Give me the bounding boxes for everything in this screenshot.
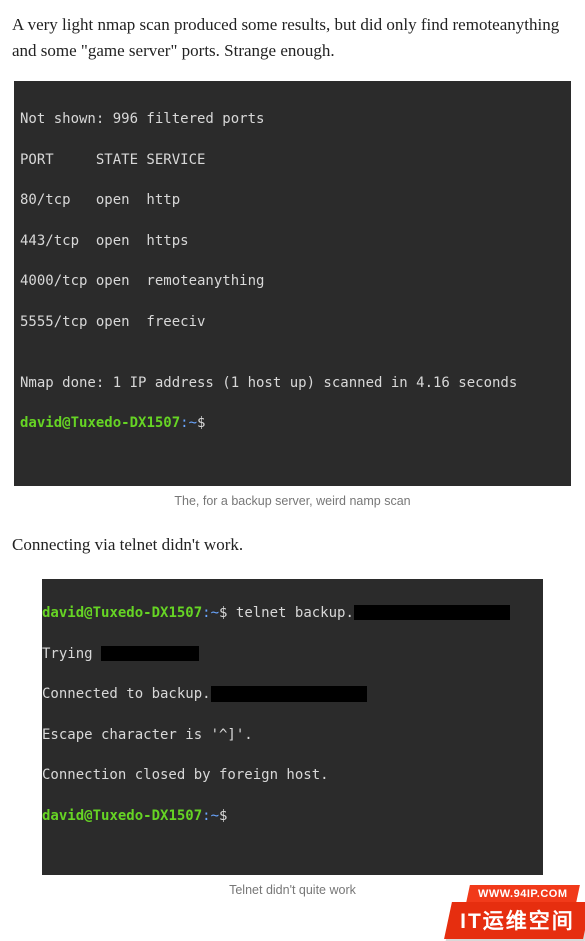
watermark-badge: WWW.94IP.COM IT运维空间: [448, 884, 585, 939]
shell-prompt: david@Tuxedo-DX1507:~$: [42, 806, 543, 826]
prompt-user: david: [20, 415, 62, 431]
prompt-path: :~: [180, 415, 197, 431]
redacted-block: [211, 686, 367, 701]
nmap-line: PORT STATE SERVICE: [20, 150, 571, 170]
article-fragment: A very light nmap scan produced some res…: [0, 0, 585, 941]
watermark-url: WWW.94IP.COM: [466, 885, 579, 903]
nmap-line: Not shown: 996 filtered ports: [20, 109, 571, 129]
nmap-line: 80/tcp open http: [20, 190, 571, 210]
prompt-dollar: $: [219, 605, 236, 621]
shell-prompt: david@Tuxedo-DX1507:~$: [20, 413, 571, 433]
prompt-user: david: [42, 605, 84, 621]
telnet-terminal-wrap: david@Tuxedo-DX1507:~$ telnet backup. Tr…: [42, 579, 543, 875]
telnet-text: Connected to backup.: [42, 686, 211, 702]
prompt-dollar: $: [197, 415, 205, 431]
prompt-host: Tuxedo-DX1507: [93, 808, 203, 824]
prompt-host: Tuxedo-DX1507: [93, 605, 203, 621]
nmap-line: 443/tcp open https: [20, 231, 571, 251]
telnet-paragraph: Connecting via telnet didn't work.: [12, 532, 573, 558]
telnet-line: david@Tuxedo-DX1507:~$ telnet backup.: [42, 603, 543, 623]
nmap-terminal: Not shown: 996 filtered ports PORT STATE…: [14, 81, 571, 487]
telnet-line: Connected to backup.: [42, 684, 543, 704]
nmap-line: 5555/tcp open freeciv: [20, 312, 571, 332]
redacted-block: [354, 605, 510, 620]
telnet-text: Trying: [42, 646, 101, 662]
prompt-host: Tuxedo-DX1507: [71, 415, 181, 431]
prompt-at: @: [62, 415, 70, 431]
telnet-terminal: david@Tuxedo-DX1507:~$ telnet backup. Tr…: [42, 579, 543, 875]
prompt-at: @: [84, 605, 92, 621]
telnet-line: Trying: [42, 644, 543, 664]
watermark-title: IT运维空间: [444, 902, 585, 939]
prompt-at: @: [84, 808, 92, 824]
nmap-line: 4000/tcp open remoteanything: [20, 271, 571, 291]
nmap-line: Nmap done: 1 IP address (1 host up) scan…: [20, 373, 571, 393]
prompt-path: :~: [202, 605, 219, 621]
telnet-line: Connection closed by foreign host.: [42, 765, 543, 785]
prompt-path: :~: [202, 808, 219, 824]
intro-paragraph: A very light nmap scan produced some res…: [12, 12, 573, 65]
prompt-user: david: [42, 808, 84, 824]
redacted-block: [101, 646, 199, 661]
telnet-line: Escape character is '^]'.: [42, 725, 543, 745]
telnet-command: telnet backup.: [236, 605, 354, 621]
nmap-caption: The, for a backup server, weird namp sca…: [10, 494, 575, 508]
prompt-dollar: $: [219, 808, 227, 824]
